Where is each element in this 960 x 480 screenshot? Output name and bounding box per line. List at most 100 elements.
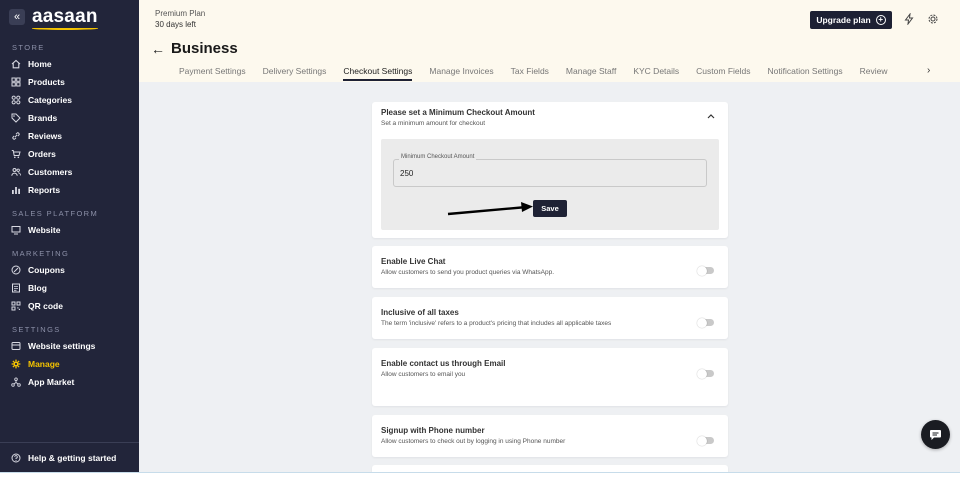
upgrade-plan-button[interactable]: Upgrade plan + [810, 11, 892, 29]
tab-review[interactable]: Review [860, 66, 888, 82]
title-row: ← Business [151, 40, 238, 57]
phone-signup-title: Signup with Phone number [381, 426, 485, 435]
tab-delivery-settings[interactable]: Delivery Settings [263, 66, 327, 82]
settings-tabs: Payment Settings Delivery Settings Check… [179, 66, 905, 82]
back-arrow-icon[interactable]: ← [151, 42, 165, 56]
section-label-marketing: MARKETING [12, 249, 70, 258]
next-setting-card [372, 465, 728, 472]
sidebar-item-label: Manage [28, 359, 60, 369]
phone-signup-card: Signup with Phone number Allow customers… [372, 415, 728, 457]
sidebar-item-website-settings[interactable]: Website settings [0, 337, 139, 355]
sidebar-item-brands[interactable]: Brands [0, 109, 139, 127]
tab-payment-settings[interactable]: Payment Settings [179, 66, 246, 82]
plan-name: Premium Plan [155, 9, 206, 18]
sidebar-item-website[interactable]: Website [0, 221, 139, 239]
sidebar-item-label: App Market [28, 377, 75, 387]
inclusive-taxes-card: Inclusive of all taxes The term 'inclusi… [372, 297, 728, 339]
sidebar: « aasaan STORE Home Products Categories … [0, 0, 139, 472]
sidebar-item-label: Reports [28, 185, 61, 195]
products-grid-icon [11, 77, 21, 87]
phone-signup-toggle[interactable] [697, 435, 714, 446]
min-checkout-card: Please set a Minimum Checkout Amount Set… [372, 102, 728, 238]
coupon-icon [11, 265, 21, 275]
collapse-sidebar-button[interactable]: « [9, 9, 25, 25]
min-checkout-amount-field[interactable]: Minimum Checkout Amount 250 [393, 154, 707, 187]
gear-icon [11, 359, 21, 369]
contact-email-subtitle: Allow customers to email you [381, 371, 466, 378]
sidebar-item-app-market[interactable]: App Market [0, 373, 139, 391]
website-settings-icon [11, 341, 21, 351]
sidebar-item-qr-code[interactable]: QR code [0, 297, 139, 315]
brand-logo[interactable]: aasaan [32, 6, 98, 30]
min-checkout-title: Please set a Minimum Checkout Amount [381, 108, 535, 117]
sidebar-item-reviews[interactable]: Reviews [0, 127, 139, 145]
min-checkout-amount-label: Minimum Checkout Amount [399, 154, 477, 160]
categories-icon [11, 95, 21, 105]
upgrade-plan-label: Upgrade plan [816, 15, 871, 25]
tab-notification-settings[interactable]: Notification Settings [768, 66, 843, 82]
live-chat-title: Enable Live Chat [381, 257, 446, 266]
min-checkout-amount-value: 250 [400, 169, 414, 178]
sidebar-item-home[interactable]: Home [0, 55, 139, 73]
logo-smile-mark [32, 27, 98, 30]
monitor-icon [11, 225, 21, 235]
tab-kyc-details[interactable]: KYC Details [633, 66, 679, 82]
top-header: Premium Plan 30 days left Upgrade plan +… [139, 0, 960, 82]
home-icon [11, 59, 21, 69]
inclusive-taxes-subtitle: The term 'inclusive' refers to a product… [381, 320, 612, 327]
tab-tax-fields[interactable]: Tax Fields [511, 66, 549, 82]
sidebar-item-customers[interactable]: Customers [0, 163, 139, 181]
tab-custom-fields[interactable]: Custom Fields [696, 66, 750, 82]
plan-days-left: 30 days left [155, 20, 196, 29]
logo-row: « aasaan [0, 0, 139, 34]
sidebar-item-label: Orders [28, 149, 56, 159]
settings-gear-icon[interactable] [927, 13, 939, 27]
section-label-store: STORE [12, 43, 45, 52]
inclusive-taxes-toggle[interactable] [697, 317, 714, 328]
tag-icon [11, 113, 21, 123]
app-market-icon [11, 377, 21, 387]
chat-support-button[interactable] [921, 420, 950, 449]
document-icon [11, 283, 21, 293]
live-chat-card: Enable Live Chat Allow customers to send… [372, 246, 728, 288]
sidebar-item-label: Customers [28, 167, 73, 177]
sidebar-item-label: Products [28, 77, 65, 87]
phone-signup-subtitle: Allow customers to check out by logging … [381, 438, 566, 445]
brand-logo-text: aasaan [32, 6, 98, 27]
cart-icon [11, 149, 21, 159]
sidebar-item-label: QR code [28, 301, 63, 311]
users-icon [11, 167, 21, 177]
tab-checkout-settings[interactable]: Checkout Settings [343, 66, 412, 82]
checkout-settings-panel: Please set a Minimum Checkout Amount Set… [139, 82, 960, 472]
help-getting-started-link[interactable]: Help & getting started [0, 442, 139, 472]
save-button[interactable]: Save [533, 200, 567, 217]
chevron-up-icon[interactable] [707, 111, 715, 122]
qr-code-icon [11, 301, 21, 311]
sidebar-item-blog[interactable]: Blog [0, 279, 139, 297]
sidebar-item-label: Categories [28, 95, 72, 105]
tab-manage-staff[interactable]: Manage Staff [566, 66, 616, 82]
live-chat-subtitle: Allow customers to send you product quer… [381, 269, 555, 276]
double-chevron-left-icon: « [13, 10, 21, 23]
section-label-settings: SETTINGS [12, 325, 61, 334]
min-checkout-form: Minimum Checkout Amount 250 Save [381, 139, 719, 230]
bottom-edge [0, 472, 960, 480]
sidebar-item-categories[interactable]: Categories [0, 91, 139, 109]
sidebar-item-label: Coupons [28, 265, 65, 275]
sidebar-item-products[interactable]: Products [0, 73, 139, 91]
inclusive-taxes-title: Inclusive of all taxes [381, 308, 459, 317]
sidebar-item-reports[interactable]: Reports [0, 181, 139, 199]
tab-manage-invoices[interactable]: Manage Invoices [429, 66, 493, 82]
plus-circle-icon: + [875, 15, 886, 25]
sidebar-item-coupons[interactable]: Coupons [0, 261, 139, 279]
sidebar-item-label: Blog [28, 283, 47, 293]
sidebar-item-manage[interactable]: Manage [0, 355, 139, 373]
tabs-scroll-right-icon[interactable]: › [927, 65, 930, 76]
sidebar-item-orders[interactable]: Orders [0, 145, 139, 163]
help-label: Help & getting started [28, 452, 117, 463]
sidebar-item-label: Brands [28, 113, 58, 123]
contact-email-toggle[interactable] [697, 368, 714, 379]
live-chat-toggle[interactable] [697, 265, 714, 276]
lightning-icon[interactable] [903, 12, 915, 27]
bar-chart-icon [11, 185, 21, 195]
